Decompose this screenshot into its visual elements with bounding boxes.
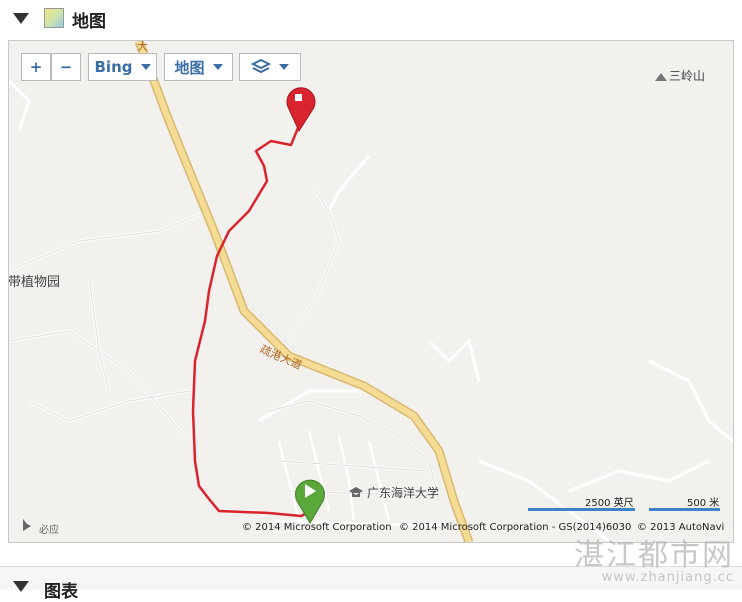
map-canvas[interactable]	[9, 41, 733, 542]
watermark: 湛江都市网 www.zhanjiang.cc	[574, 530, 734, 585]
map-type-dropdown[interactable]: 地图	[164, 53, 233, 81]
map-view[interactable]: 三岭山 热带植物园 大 疏港大道 广东海洋大学 必应 + − Bing 地图 2…	[8, 40, 734, 543]
map-type-label: 地图	[174, 58, 205, 77]
chevron-down-icon	[279, 64, 289, 70]
watermark-main: 湛江都市网	[574, 538, 734, 573]
layers-icon	[251, 58, 271, 74]
chevron-down-icon	[212, 64, 223, 70]
chevron-down-icon	[140, 64, 151, 70]
bing-logo: 必应	[39, 525, 59, 536]
scale-imperial-label: 2500 英尺	[585, 498, 634, 509]
zoom-in-button[interactable]: +	[21, 53, 51, 81]
map-icon	[44, 8, 64, 28]
section-title: 地图	[72, 12, 106, 32]
collapse-triangle-icon[interactable]	[13, 581, 29, 592]
university-label: 广东海洋大学	[367, 486, 440, 500]
garden-label: 热带植物园	[8, 275, 61, 290]
layers-dropdown[interactable]	[239, 53, 301, 81]
road-label-top: 大	[137, 40, 148, 53]
scale-metric-label: 500 米	[687, 498, 720, 509]
zoom-out-button[interactable]: −	[51, 53, 81, 81]
mountain-label: 三岭山	[669, 69, 706, 83]
attribution-1: © 2014 Microsoft Corporation	[242, 522, 392, 533]
collapse-triangle-icon[interactable]	[13, 13, 29, 24]
section-title-2: 图表	[44, 582, 78, 602]
provider-label: Bing	[94, 58, 133, 76]
map-section-header[interactable]: 地图	[0, 0, 742, 38]
provider-dropdown[interactable]: Bing	[88, 53, 157, 81]
